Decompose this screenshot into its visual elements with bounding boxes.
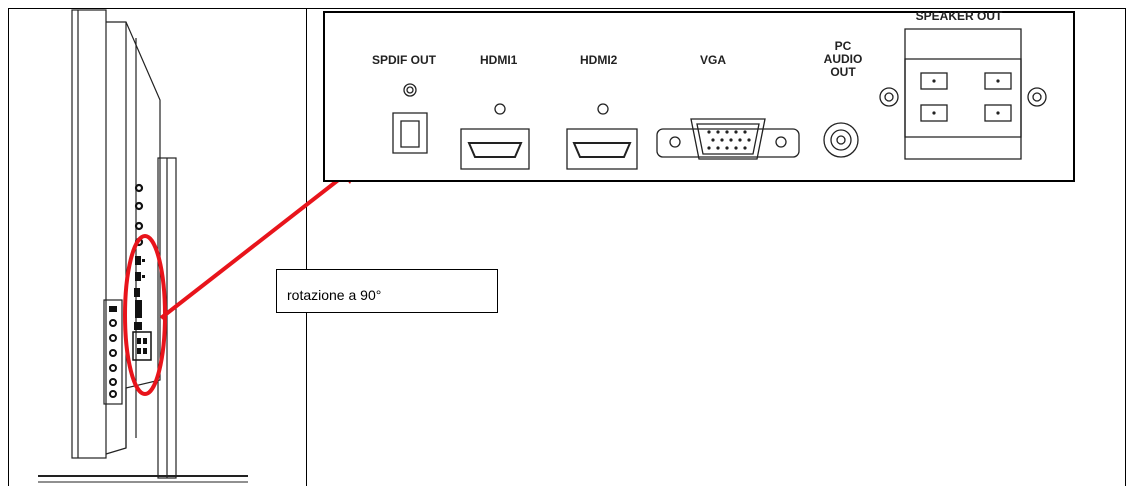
highlight-ellipse (123, 234, 167, 396)
hdmi2-indicator-icon (597, 103, 609, 115)
spdif-indicator-icon (403, 83, 417, 97)
connector-drawings (392, 28, 1047, 170)
rotation-callout: rotazione a 90° (276, 269, 498, 313)
pc-audio-out-port-icon (823, 122, 859, 158)
spdif-port-icon (392, 112, 428, 154)
speaker-out-port-icon (904, 28, 1022, 160)
hdmi1-indicator-icon (494, 103, 506, 115)
